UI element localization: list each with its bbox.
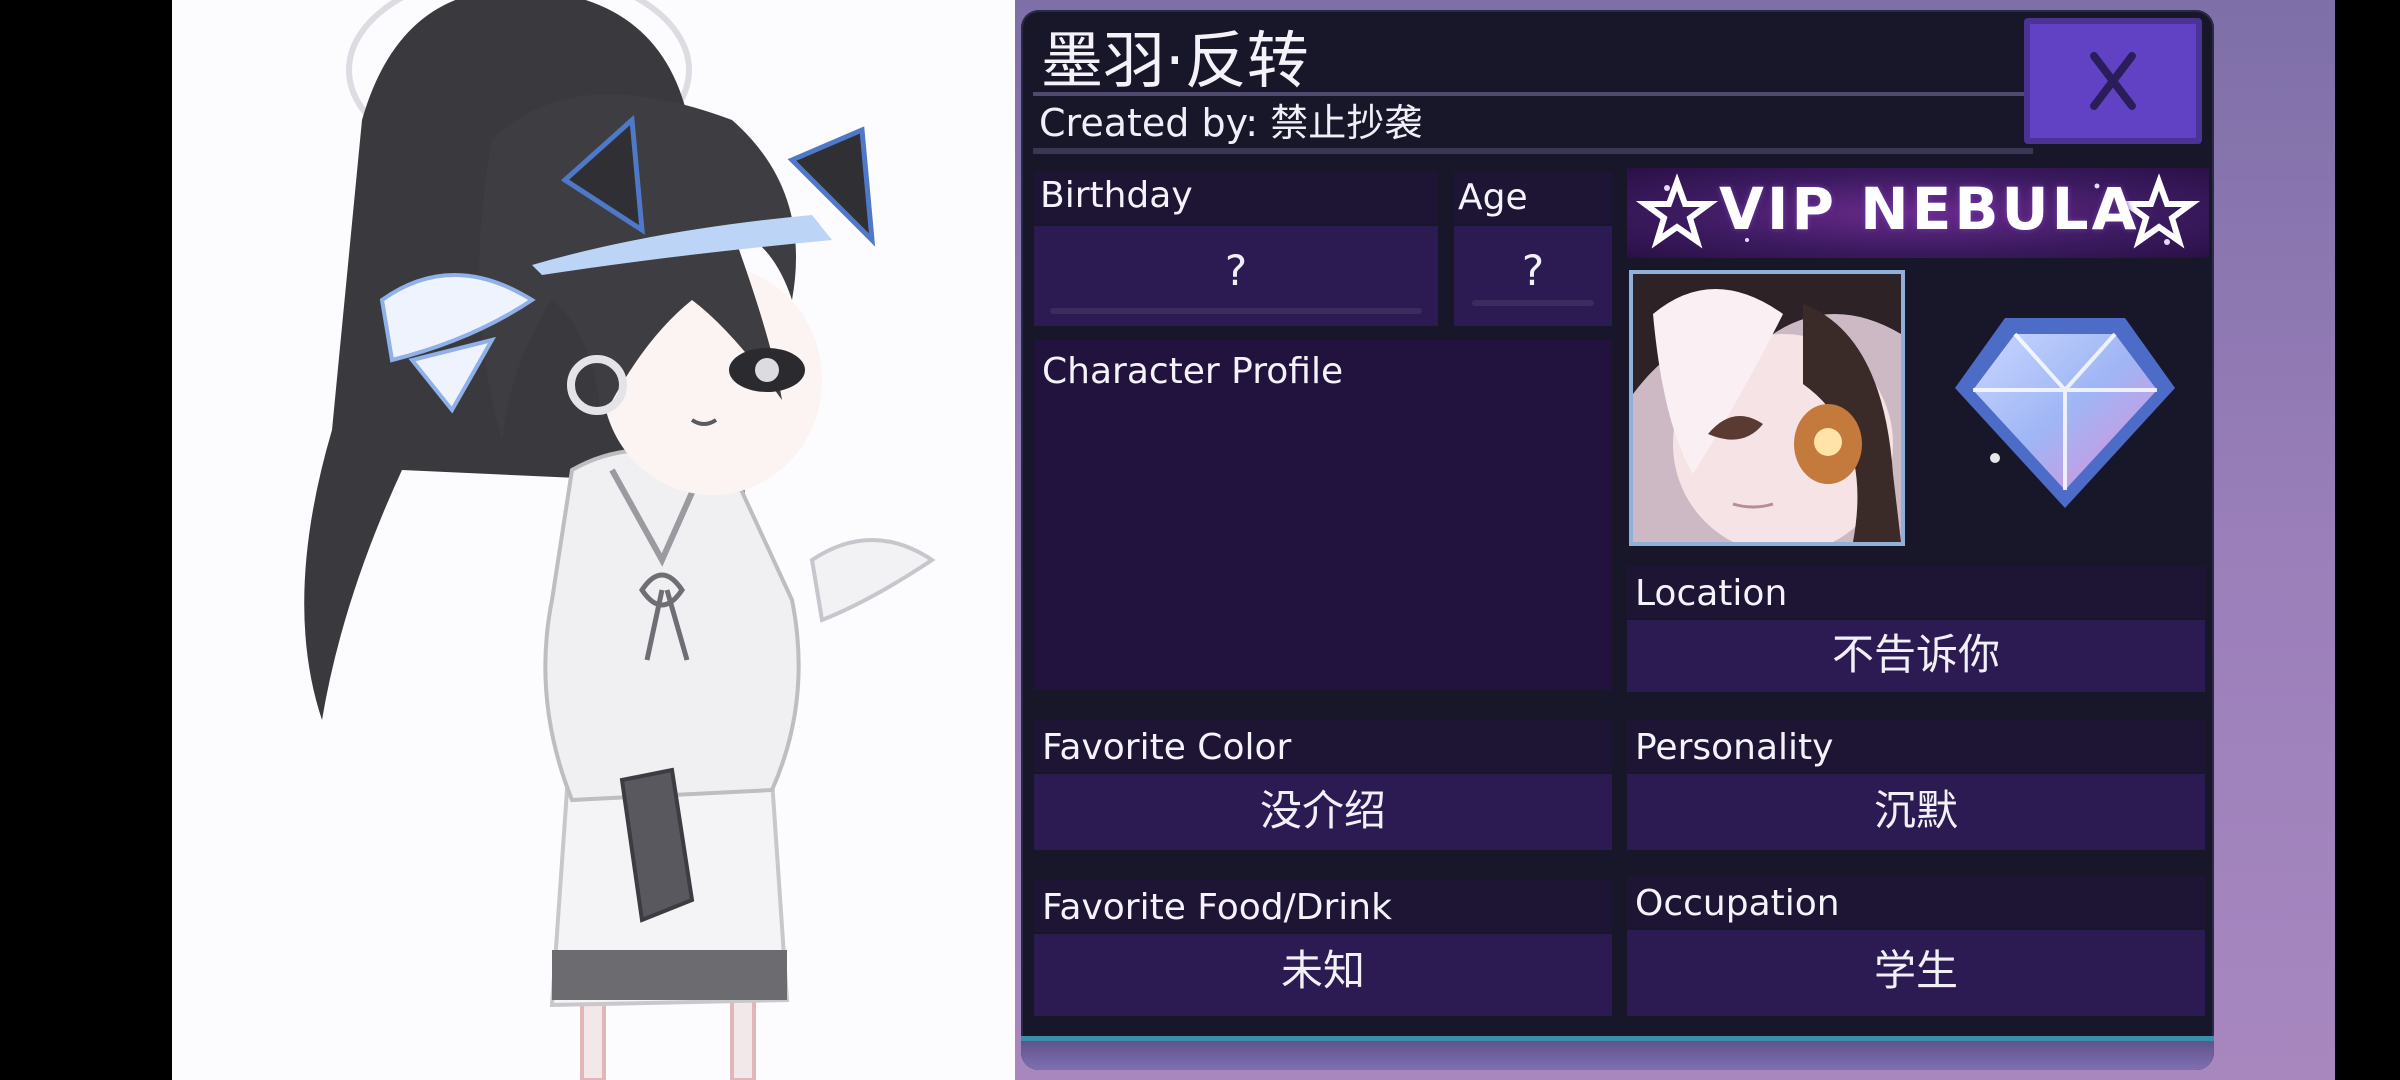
birthday-label-row: Birthday [1034, 172, 1438, 224]
birthday-label: Birthday [1040, 175, 1193, 216]
location-label-row: Location [1627, 566, 2205, 618]
personality-value: 沉默 [1873, 786, 1958, 835]
vip-nebula-banner: VIP NEBULA [1627, 168, 2209, 258]
avatar[interactable] [1629, 270, 1905, 546]
location-label: Location [1635, 573, 1788, 614]
favorite-food-label: Favorite Food/Drink [1042, 887, 1392, 928]
avatar-portrait [1633, 274, 1901, 542]
favorite-color-label-row: Favorite Color [1034, 720, 1612, 772]
birthday-value: ? [1224, 246, 1248, 295]
location-field[interactable]: 不告诉你 [1627, 620, 2205, 692]
header-divider [1033, 148, 2033, 154]
vip-badge-text: VIP NEBULA [1719, 175, 2140, 243]
title-divider [1033, 92, 2033, 96]
character-preview-panel [172, 0, 1015, 1080]
age-label: Age [1458, 177, 1528, 218]
favorite-food-value: 未知 [1280, 946, 1365, 995]
creator-credit: Created by: 禁止抄袭 [1039, 101, 1423, 145]
age-value: ? [1521, 246, 1545, 295]
character-name: 墨羽·反转 [1041, 24, 1309, 97]
character-profile-label: Character Profile [1042, 351, 1344, 392]
location-value: 不告诉你 [1831, 630, 2000, 679]
age-field[interactable]: ? [1454, 226, 1612, 326]
close-icon [2090, 52, 2136, 110]
age-label-row: Age [1454, 172, 1612, 224]
close-button[interactable] [2024, 18, 2202, 144]
character-illustration [304, 0, 936, 1080]
favorite-color-value: 没介绍 [1259, 786, 1386, 835]
occupation-field[interactable]: 学生 [1627, 930, 2205, 1016]
favorite-food-field[interactable]: 未知 [1034, 934, 1612, 1016]
age-underline [1472, 300, 1594, 306]
nebula-gem-icon [1955, 318, 2175, 508]
occupation-value: 学生 [1873, 946, 1958, 995]
character-profile-box[interactable]: Character Profile [1034, 340, 1612, 690]
personality-label: Personality [1635, 727, 1834, 768]
favorite-food-label-row: Favorite Food/Drink [1034, 880, 1612, 932]
favorite-color-field[interactable]: 没介绍 [1034, 774, 1612, 850]
personality-field[interactable]: 沉默 [1627, 774, 2205, 850]
star-icon [1635, 173, 1719, 249]
occupation-label-row: Occupation [1627, 876, 2205, 928]
birthday-field[interactable]: ? [1034, 226, 1438, 326]
birthday-underline [1050, 308, 1422, 314]
occupation-label: Occupation [1635, 883, 1840, 924]
card-footer-bar [1021, 1036, 2214, 1070]
favorite-color-label: Favorite Color [1042, 727, 1292, 768]
personality-label-row: Personality [1627, 720, 2205, 772]
